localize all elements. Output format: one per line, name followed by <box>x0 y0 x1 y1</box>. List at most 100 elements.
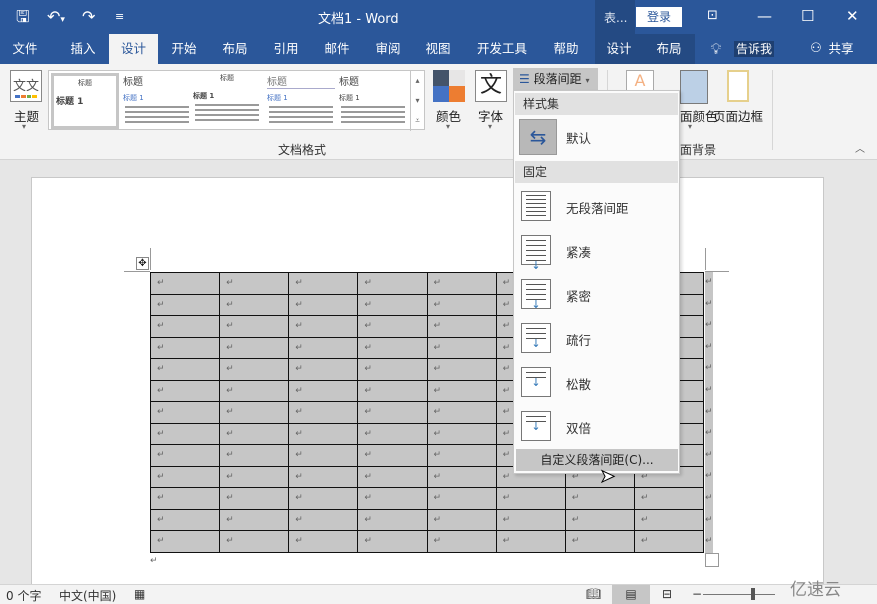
table-cell[interactable]: ↵ <box>288 293 359 316</box>
tab-view[interactable]: 视图 <box>414 34 462 64</box>
table-cell[interactable]: ↵ <box>149 401 221 424</box>
table-cell[interactable]: ↵ <box>633 487 705 510</box>
tab-mailings[interactable]: 邮件 <box>313 34 361 64</box>
table-cell[interactable]: ↵ <box>288 508 359 531</box>
save-icon[interactable]: 🖫 <box>16 7 30 27</box>
minimize-button[interactable]: — <box>757 6 772 26</box>
table-cell[interactable]: ↵ <box>426 487 497 510</box>
table-cell[interactable]: ↵ <box>426 336 497 359</box>
table-cell[interactable]: ↵ <box>426 422 497 445</box>
table-cell[interactable]: ↵ <box>149 444 221 467</box>
theme-icon[interactable]: 文文 <box>10 70 42 102</box>
theme-button[interactable]: 主题 <box>14 106 39 125</box>
table-cell[interactable]: ↵ <box>219 422 290 445</box>
table-cell[interactable]: ↵ <box>149 293 221 316</box>
table-cell[interactable]: ↵ <box>357 508 428 531</box>
table-cell[interactable]: ↵ <box>219 293 290 316</box>
table-cell[interactable]: ↵ <box>357 465 428 488</box>
collapse-ribbon-icon[interactable]: ︿ <box>855 140 865 155</box>
page-border-icon[interactable] <box>727 70 749 102</box>
table-cell[interactable]: ↵ <box>219 272 290 295</box>
table-cell[interactable]: ↵ <box>426 272 497 295</box>
print-layout-icon[interactable]: ▤ <box>612 585 650 604</box>
vertical-scrollbar[interactable] <box>858 161 877 584</box>
menu-item-spacing[interactable]: ↓ 紧凑 <box>516 231 678 271</box>
tell-me-input[interactable]: 告诉我 <box>734 41 775 57</box>
table-cell[interactable]: ↵ <box>149 487 221 510</box>
table-cell[interactable]: ↵ <box>219 379 290 402</box>
table-cell[interactable]: ↵ <box>219 530 290 553</box>
table-cell[interactable]: ↵ <box>426 530 497 553</box>
table-cell[interactable]: ↵ <box>357 401 428 424</box>
table-cell[interactable]: ↵ <box>288 530 359 553</box>
table-cell[interactable]: ↵ <box>149 508 221 531</box>
customize-icon[interactable]: ≡ <box>115 7 124 27</box>
tab-references[interactable]: 引用 <box>262 34 310 64</box>
tab-file[interactable]: 文件 <box>0 34 50 64</box>
tab-layout[interactable]: 布局 <box>211 34 259 64</box>
page-border-button[interactable]: 页面边框 <box>713 106 763 125</box>
table-cell[interactable]: ↵ <box>219 444 290 467</box>
table-cell[interactable]: ↵ <box>288 315 359 338</box>
table-move-handle[interactable]: ✥ <box>136 257 149 270</box>
page-color-button[interactable]: 面颜色 <box>680 106 718 125</box>
gallery-scroll-up[interactable]: ▴ <box>410 71 424 91</box>
page-color-icon[interactable] <box>680 70 708 104</box>
table-cell[interactable]: ↵ <box>149 315 221 338</box>
tab-help[interactable]: 帮助 <box>542 34 590 64</box>
table-cell[interactable]: ↵ <box>149 336 221 359</box>
paragraph-spacing-button[interactable]: ☰ 段落间距 ▾ <box>513 68 598 90</box>
table-cell[interactable]: ↵ <box>288 401 359 424</box>
tab-insert[interactable]: 插入 <box>58 34 108 64</box>
table-cell[interactable]: ↵ <box>357 530 428 553</box>
theme-dropdown-icon[interactable]: ▾ <box>22 122 26 131</box>
table-cell[interactable]: ↵ <box>149 358 221 381</box>
login-button[interactable]: 登录 <box>636 7 682 27</box>
table-cell[interactable]: ↵ <box>288 272 359 295</box>
word-count[interactable]: 0 个字 <box>6 587 41 604</box>
gallery-scroll-down[interactable]: ▾ <box>410 91 424 111</box>
table-cell[interactable]: ↵ <box>219 315 290 338</box>
menu-item-spacing[interactable]: ↓ 松散 <box>516 363 678 403</box>
table-cell[interactable]: ↵ <box>219 508 290 531</box>
table-cell[interactable]: ↵ <box>219 358 290 381</box>
share-button[interactable]: 共享 <box>826 34 856 64</box>
table-cell[interactable]: ↵ <box>288 358 359 381</box>
ribbon-display-icon[interactable]: ⊡ <box>707 6 718 26</box>
gallery-more[interactable]: ⩡ <box>410 111 424 131</box>
table-cell[interactable]: ↵ <box>633 530 705 553</box>
table-cell[interactable]: ↵ <box>219 401 290 424</box>
language[interactable]: 中文(中国) <box>59 587 116 604</box>
table-cell[interactable]: ↵ <box>426 293 497 316</box>
table-cell[interactable]: ↵ <box>426 401 497 424</box>
table-cell[interactable]: ↵ <box>495 487 566 510</box>
tab-home[interactable]: 开始 <box>160 34 208 64</box>
maximize-button[interactable]: ☐ <box>801 6 814 26</box>
tab-design[interactable]: 设计 <box>109 34 158 64</box>
fonts-icon[interactable]: 文 <box>475 70 507 102</box>
table-cell[interactable]: ↵ <box>357 272 428 295</box>
table-cell[interactable]: ↵ <box>357 336 428 359</box>
menu-item-spacing[interactable]: ↓ 双倍 <box>516 407 678 447</box>
table-cell[interactable]: ↵ <box>288 465 359 488</box>
zoom-slider[interactable] <box>703 594 775 595</box>
table-cell[interactable]: ↵ <box>149 272 221 295</box>
table-cell[interactable]: ↵ <box>426 508 497 531</box>
tab-table-layout[interactable]: 布局 <box>645 34 693 64</box>
table-cell[interactable]: ↵ <box>426 465 497 488</box>
tab-developer[interactable]: 开发工具 <box>470 34 534 64</box>
menu-item-spacing[interactable]: ↓ 紧密 <box>516 275 678 315</box>
table-cell[interactable]: ↵ <box>149 465 221 488</box>
table-cell[interactable]: ↵ <box>288 444 359 467</box>
table-cell[interactable]: ↵ <box>495 508 566 531</box>
table-cell[interactable]: ↵ <box>219 487 290 510</box>
table-cell[interactable]: ↵ <box>633 508 705 531</box>
table-cell[interactable]: ↵ <box>149 422 221 445</box>
table-cell[interactable]: ↵ <box>288 422 359 445</box>
table-cell[interactable]: ↵ <box>288 379 359 402</box>
table-cell[interactable]: ↵ <box>564 487 635 510</box>
table-cell[interactable]: ↵ <box>219 336 290 359</box>
table-cell[interactable]: ↵ <box>288 487 359 510</box>
zoom-out-button[interactable]: − <box>692 587 702 601</box>
web-layout-icon[interactable]: ⊟ <box>662 587 672 601</box>
